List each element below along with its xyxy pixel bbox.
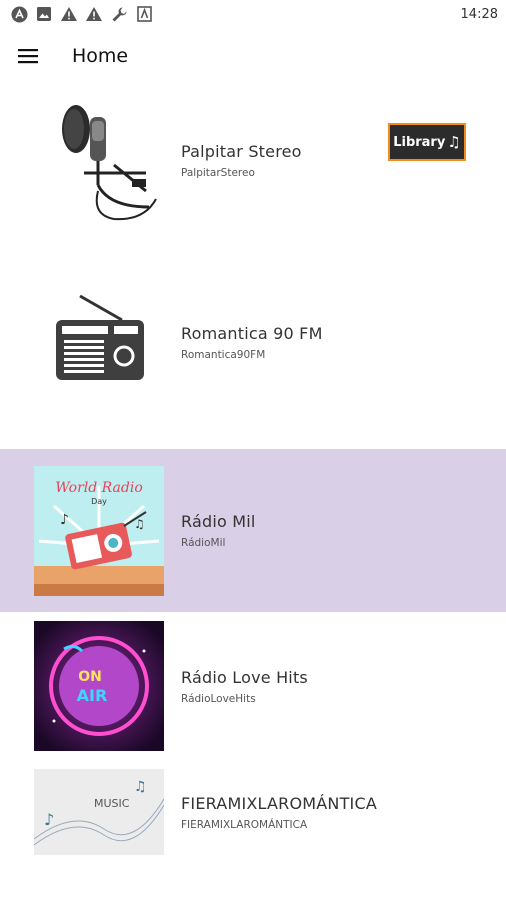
station-subtitle: PalpitarStereo: [181, 166, 255, 179]
library-button-label: Library: [393, 134, 446, 150]
station-subtitle: RádioLoveHits: [181, 692, 256, 705]
on-air-thumbnail: ON AIR: [34, 621, 164, 751]
list-item[interactable]: Romantica 90 FM Romantica90FM: [0, 236, 506, 449]
station-list: Palpitar Stereo PalpitarStereo Library ♫: [0, 84, 506, 880]
warning-icon: [60, 5, 78, 23]
on-text: ON: [78, 669, 102, 685]
image-icon: [35, 5, 53, 23]
radio-thumbnail: [34, 278, 164, 408]
menu-icon: [18, 49, 38, 64]
library-button[interactable]: Library ♫: [388, 123, 466, 161]
station-title: Romantica 90 FM: [181, 324, 323, 343]
status-time: 14:28: [460, 6, 498, 22]
svg-text:♫: ♫: [134, 517, 145, 531]
air-text: AIR: [77, 686, 108, 705]
status-bar: 14:28: [0, 0, 506, 28]
day-text: Day: [91, 497, 107, 506]
status-icons: [10, 5, 153, 23]
svg-text:♪: ♪: [60, 512, 69, 528]
app-bar: Home: [0, 28, 506, 84]
list-item[interactable]: ON AIR Rádio Love Hits RádioLoveHits: [0, 612, 506, 760]
music-note-icon: ♫: [447, 133, 461, 151]
station-subtitle: FIERAMIXLAROMÁNTICA: [181, 818, 308, 831]
list-item[interactable]: MUSIC ♪ ♫ FIERAMIXLAROMÁNTICA FIERAMIXLA…: [0, 760, 506, 880]
page-title: Home: [72, 45, 129, 67]
station-subtitle: RádioMil: [181, 537, 226, 549]
music-text: MUSIC: [94, 797, 130, 810]
world-radio-text: World Radio: [55, 480, 143, 496]
wrench-icon: [110, 5, 128, 23]
station-title: FIERAMIXLAROMÁNTICA: [181, 793, 377, 813]
list-item-selected[interactable]: World Radio Day ♪ ♫ Rádio Mil RádioMil: [0, 449, 506, 612]
station-title: Rádio Love Hits: [181, 667, 308, 687]
svg-text:♫: ♫: [134, 779, 147, 795]
music-thumbnail: MUSIC ♪ ♫: [33, 769, 165, 855]
menu-button[interactable]: [0, 28, 56, 84]
list-item[interactable]: Palpitar Stereo PalpitarStereo Library ♫: [0, 84, 506, 236]
station-title: Rádio Mil: [181, 512, 256, 531]
app-icon: [135, 5, 153, 23]
station-subtitle: Romantica90FM: [181, 349, 266, 361]
station-title: Palpitar Stereo: [181, 141, 302, 161]
app-notification-icon: [10, 5, 28, 23]
world-radio-day-thumbnail: World Radio Day ♪ ♫: [34, 465, 164, 596]
microphone-thumbnail: [34, 95, 164, 225]
warning-icon: [85, 5, 103, 23]
svg-text:♪: ♪: [44, 810, 54, 829]
